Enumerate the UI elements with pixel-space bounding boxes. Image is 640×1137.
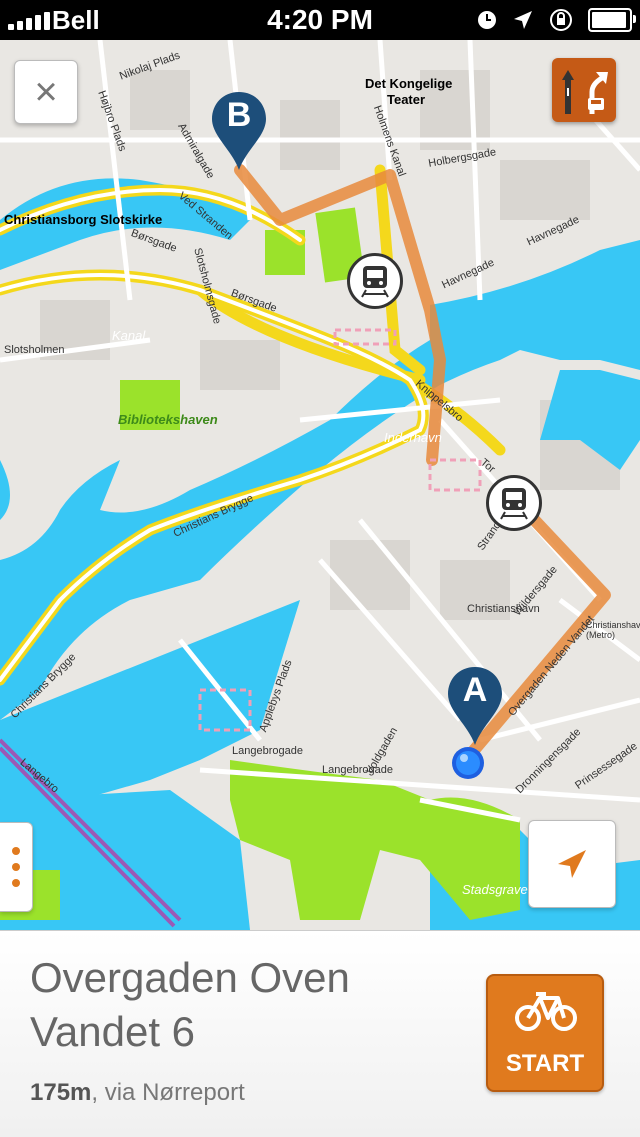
bicycle-icon (515, 992, 577, 1031)
train-station-marker[interactable] (486, 475, 542, 531)
map-label: Langebrogade (232, 745, 303, 757)
location-arrow-icon (558, 850, 586, 878)
dot-icon (12, 847, 20, 855)
close-button[interactable]: × (14, 60, 78, 124)
locate-me-button[interactable] (528, 820, 616, 908)
map-label: Slotsholmen (4, 344, 65, 356)
train-station-marker[interactable] (347, 253, 403, 309)
map-label: Stadsgraven (462, 882, 535, 897)
destination-pin-b[interactable]: B (210, 90, 268, 170)
map-label: Inderhavn (384, 430, 442, 445)
start-label: START (505, 1050, 585, 1077)
rotation-lock-icon (550, 9, 572, 31)
map-view[interactable]: Christiansborg Slotskirke Det Kongelige … (0, 40, 640, 930)
transit-options-button[interactable] (552, 58, 616, 122)
clock-icon (478, 11, 496, 29)
dot-icon (12, 879, 20, 887)
destination-address: Overgaden Oven Vandet 6 (30, 954, 350, 1055)
map-label: Teater (387, 92, 426, 107)
train-icon (500, 488, 528, 520)
route-summary: 175m, via Nørreport (30, 1079, 245, 1107)
map-label: Kanal (112, 328, 146, 343)
map-base (0, 40, 640, 930)
location-arrow-icon (514, 11, 532, 29)
close-icon: × (34, 70, 58, 114)
map-label: Bibliotekshaven (118, 412, 218, 427)
status-bar: Bell 4:20 PM (0, 0, 640, 40)
dot-icon (12, 863, 20, 871)
route-via: , via Nørreport (91, 1079, 245, 1106)
train-icon (361, 266, 389, 298)
map-label: Langebrogade (322, 764, 393, 776)
destination-panel: Overgaden Oven Vandet 6 175m, via Nørrep… (0, 930, 640, 1137)
map-label: Det Kongelige (365, 76, 453, 91)
map-label: Christiansborg Slotskirke (4, 212, 163, 227)
start-button[interactable]: START (486, 974, 604, 1092)
battery-icon (588, 8, 636, 32)
route-transit-icon (562, 70, 608, 114)
origin-pin-a[interactable]: A (446, 665, 504, 745)
more-options-button[interactable] (0, 822, 33, 912)
route-distance: 175m (30, 1079, 92, 1106)
